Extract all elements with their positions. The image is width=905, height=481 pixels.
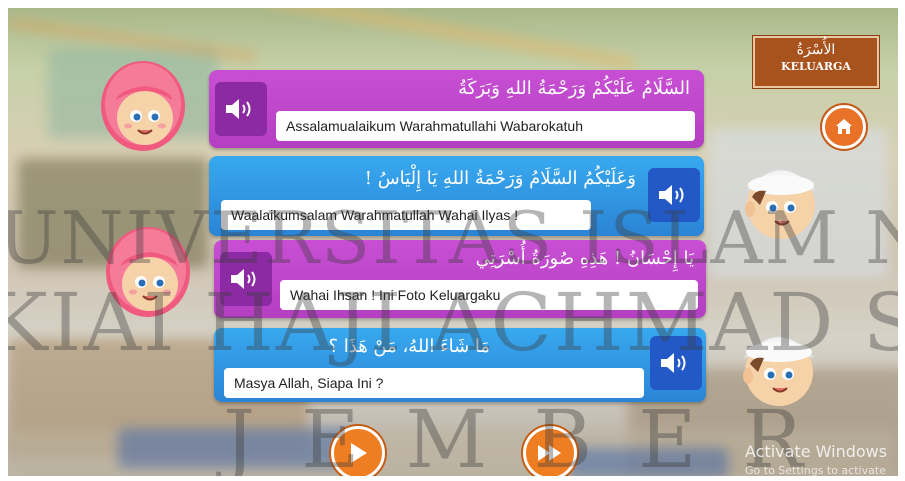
play-button[interactable] (331, 426, 385, 476)
bg-chair (118, 428, 358, 468)
boy-avatar (743, 336, 815, 406)
speaker-icon (661, 353, 686, 373)
speaker-icon (659, 185, 684, 205)
fast-forward-icon (538, 445, 561, 461)
dialog-bubble: مَا شَاءَ اللهُ، مَنْ هَذَا ؟ Masya Alla… (214, 328, 706, 402)
activate-windows-subtitle: Go to Settings to activate (745, 464, 886, 476)
speaker-button[interactable] (215, 82, 267, 136)
latin-text: Assalamualaikum Warahmatullahi Wabarokat… (276, 111, 695, 141)
dialog-bubble: وَعَلَيْكُمُ السَّلَامُ وَرَحْمَةُ اللهِ… (209, 156, 704, 236)
girl-avatar (106, 227, 190, 317)
latin-text: Wahai Ihsan ! Ini Foto Keluargaku (280, 280, 698, 310)
latin-text: Masya Allah, Siapa Ini ? (224, 368, 644, 398)
bg-chair-right (568, 448, 728, 476)
speaker-button[interactable] (220, 252, 272, 306)
speaker-icon (226, 99, 251, 119)
arabic-text: يَا إِحْسَانُ ! هَذِهِ صُورَةُ أُسْرَتِي (475, 248, 694, 269)
dialog-bubble: يَا إِحْسَانُ ! هَذِهِ صُورَةُ أُسْرَتِي… (214, 240, 706, 318)
title-arabic: الأُسْرَةُ (796, 42, 836, 58)
speaker-button[interactable] (648, 168, 700, 222)
speaker-icon (231, 269, 256, 289)
latin-text: Waalaikumsalam Warahmatullah Wahai Ilyas… (221, 200, 591, 230)
boy-avatar (745, 169, 817, 239)
dialog-bubble: السَّلَامُ عَلَيْكُمْ وَرَحْمَةُ اللهِ و… (209, 70, 704, 148)
app-frame: الأُسْرَةُ KELUARGA السَّلَامُ عَلَيْكُم… (8, 8, 898, 476)
next-button[interactable] (523, 426, 577, 476)
girl-avatar (101, 61, 185, 151)
arabic-text: مَا شَاءَ اللهُ، مَنْ هَذَا ؟ (328, 336, 490, 357)
title-latin: KELUARGA (781, 60, 851, 73)
title-badge: الأُسْرَةُ KELUARGA (753, 36, 879, 88)
speaker-button[interactable] (650, 336, 702, 390)
bg-ceiling-light (260, 8, 636, 69)
arabic-text: وَعَلَيْكُمُ السَّلَامُ وَرَحْمَةُ اللهِ… (364, 168, 636, 189)
home-button[interactable] (822, 105, 866, 149)
home-icon (836, 119, 852, 134)
activate-windows-title: Activate Windows (745, 442, 888, 461)
arabic-text: السَّلَامُ عَلَيْكُمْ وَرَحْمَةُ اللهِ و… (458, 78, 690, 99)
play-icon (351, 443, 367, 463)
